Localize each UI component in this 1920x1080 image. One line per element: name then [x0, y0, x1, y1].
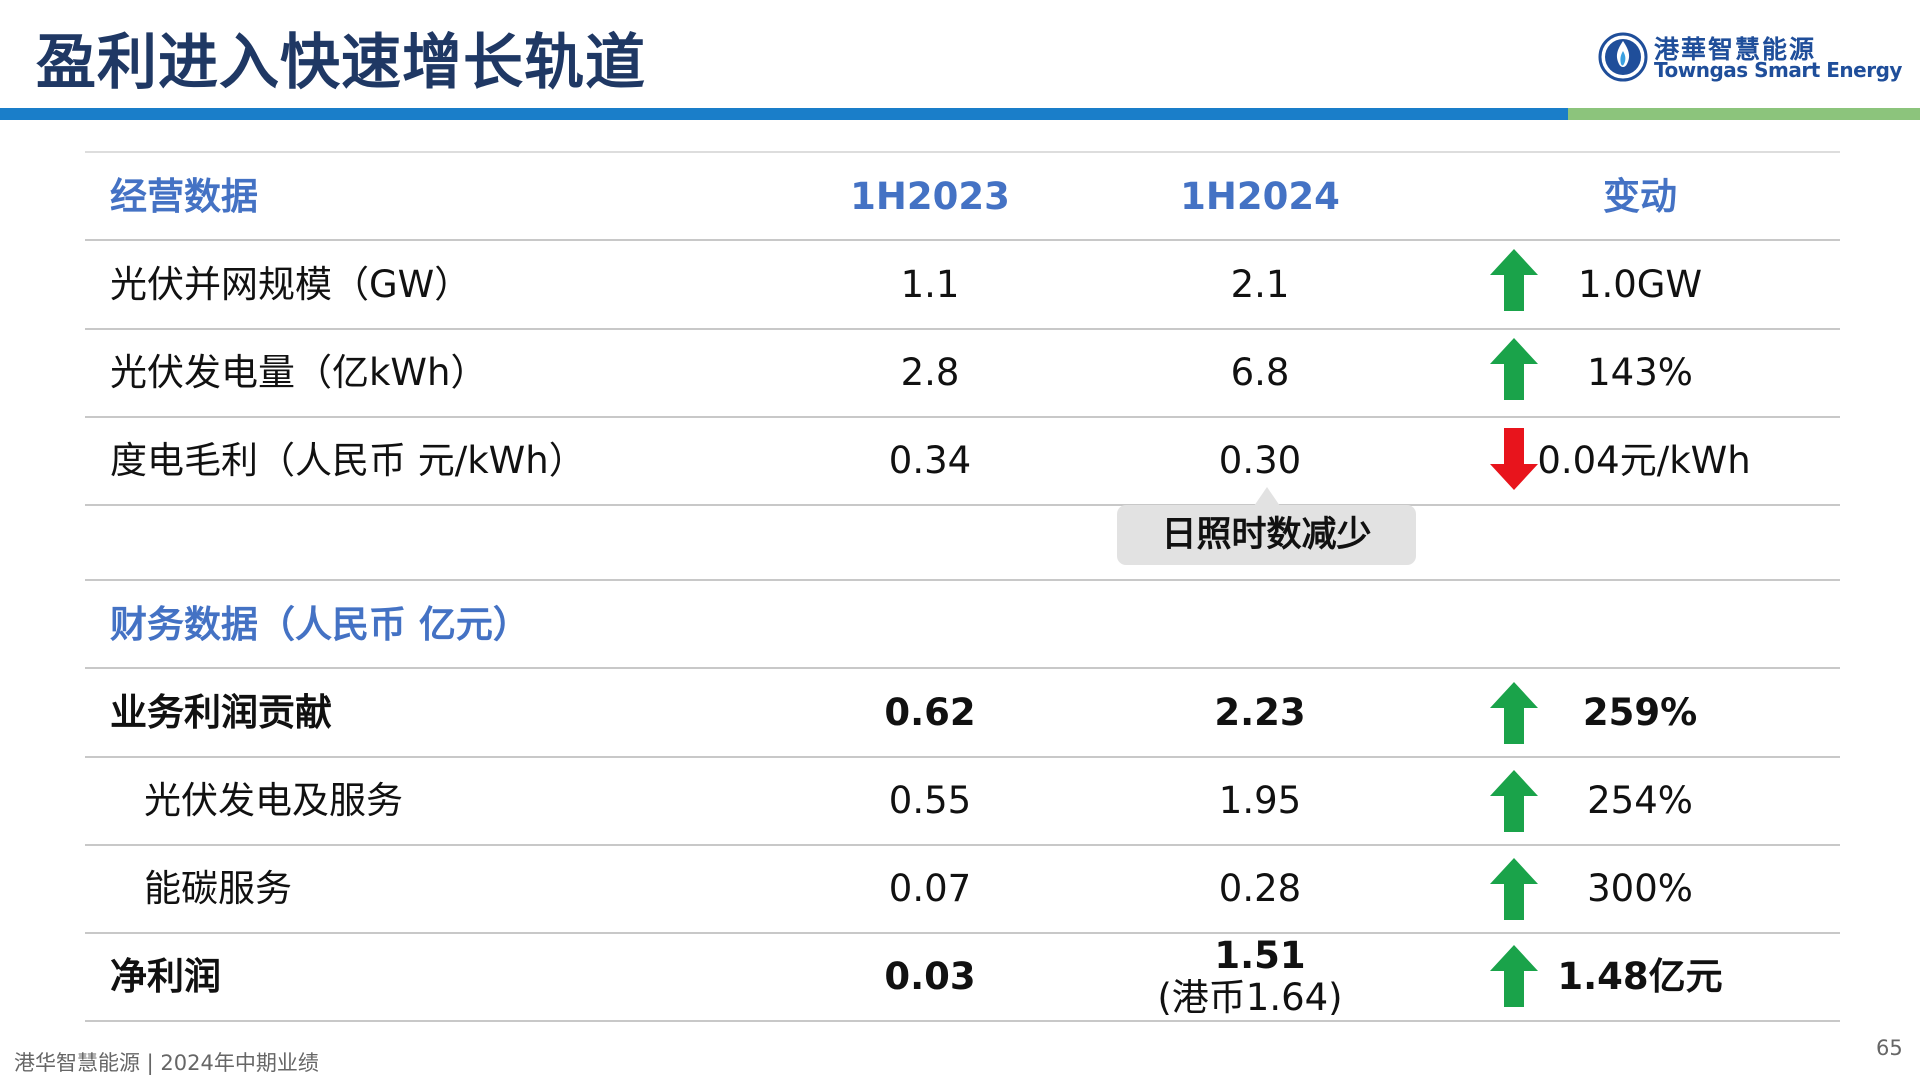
header-rule-green: [1568, 108, 1920, 120]
financial-section-label: 财务数据（人民币 亿元）: [110, 603, 530, 646]
value-1h2024: 1.51: [1214, 934, 1306, 977]
change-value: 259%: [1582, 691, 1698, 734]
value-1h2023: 0.03: [884, 955, 976, 998]
value-1h2023: 1.1: [900, 263, 960, 306]
row-label: 光伏并网规模（GW）: [110, 263, 472, 306]
value-1h2024: 2.23: [1214, 691, 1306, 734]
value-1h2024: 2.1: [1230, 263, 1290, 306]
arrow-down-icon: [1490, 428, 1538, 490]
change-value: 300%: [1587, 867, 1693, 910]
footer-text: 港华智慧能源 | 2024年中期业绩: [14, 1051, 319, 1075]
col-header-1h2024: 1H2024: [1180, 175, 1340, 218]
change-value: 1.48亿元: [1557, 955, 1723, 998]
value-1h2023: 2.8: [900, 351, 960, 394]
value-1h2023: 0.55: [888, 779, 972, 822]
row-label: 净利润: [110, 955, 221, 998]
value-1h2024-hkd: (港币1.64): [1157, 976, 1343, 1019]
row-label: 光伏发电及服务: [144, 779, 403, 822]
change-value: 143%: [1587, 351, 1693, 394]
row-label: 业务利润贡献: [110, 691, 332, 734]
callout-pointer: [1254, 487, 1280, 506]
header-rule-blue: [0, 108, 1568, 120]
page-title: 盈利进入快速增长轨道: [36, 28, 646, 98]
col-header-change: 变动: [1603, 175, 1677, 218]
value-1h2023: 0.07: [888, 867, 972, 910]
change-value: 254%: [1587, 779, 1693, 822]
value-1h2023: 0.34: [888, 439, 972, 482]
value-1h2024: 0.28: [1218, 867, 1302, 910]
page-number: 65: [1876, 1036, 1903, 1060]
row-label: 度电毛利（人民币 元/kWh）: [110, 439, 586, 482]
flame-logo-icon: [1598, 32, 1648, 82]
value-1h2024: 1.95: [1218, 779, 1302, 822]
row-label: 能碳服务: [144, 867, 292, 910]
company-logo: 港華智慧能源 Towngas Smart Energy: [1598, 30, 1902, 86]
operating-section-label: 经营数据: [110, 175, 258, 218]
value-1h2023: 0.62: [884, 691, 976, 734]
change-value: 1.0GW: [1577, 263, 1703, 306]
col-header-1h2023: 1H2023: [850, 175, 1010, 218]
logo-english-name: Towngas Smart Energy: [1654, 58, 1902, 82]
row-label: 光伏发电量（亿kWh）: [110, 351, 488, 394]
value-1h2024: 6.8: [1230, 351, 1290, 394]
change-value: 0.04元/kWh: [1537, 439, 1751, 482]
callout-note: 日照时数减少: [1117, 505, 1416, 565]
